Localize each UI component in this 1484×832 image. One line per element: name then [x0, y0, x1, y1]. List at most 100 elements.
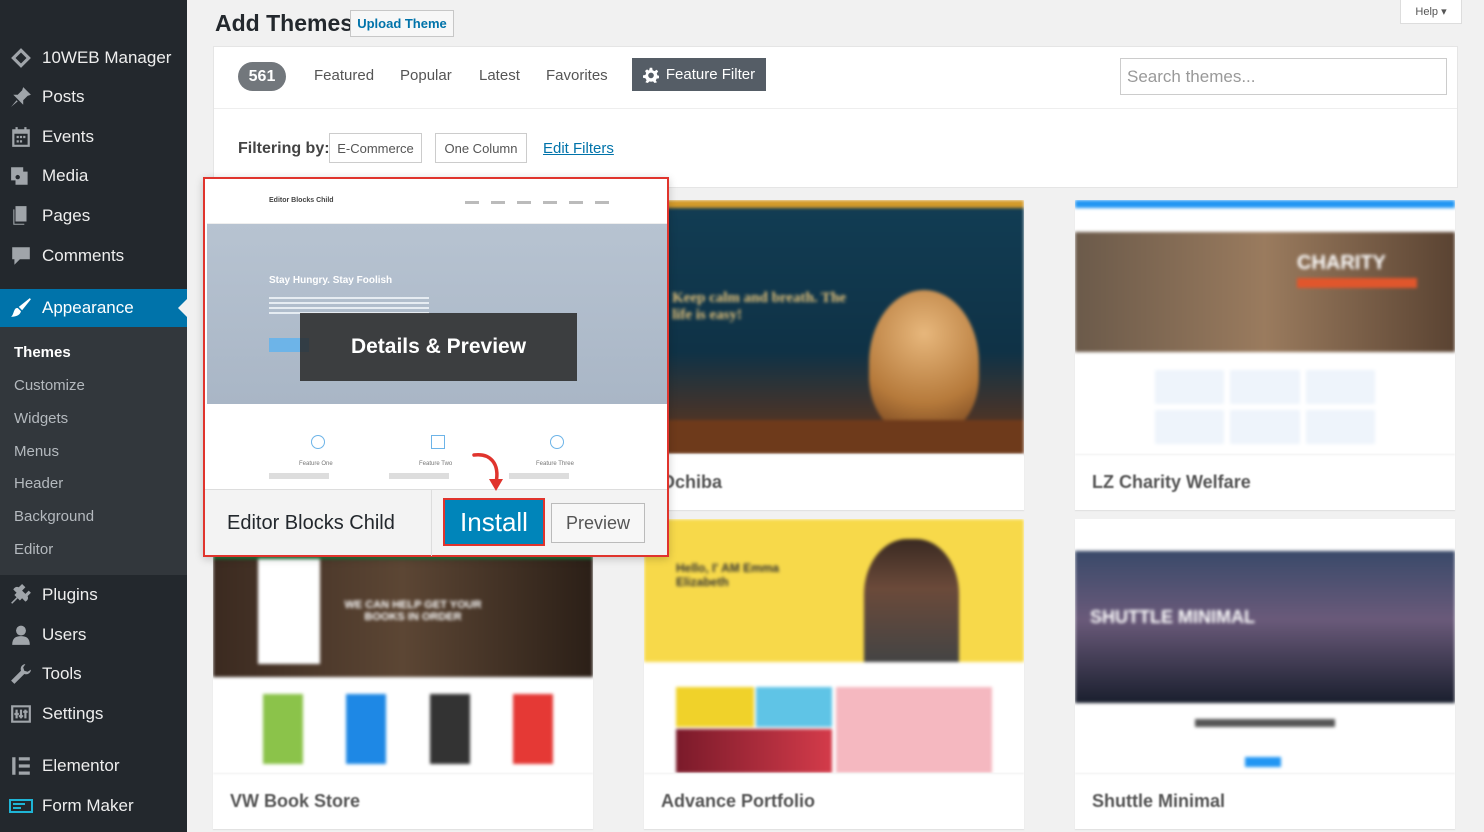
calendar-icon [9, 125, 33, 149]
theme-name: Ochiba [644, 454, 1024, 510]
submenu-item-background[interactable]: Background [14, 508, 94, 525]
sidebar-item-label: Media [42, 166, 89, 185]
brush-icon [9, 296, 33, 320]
theme-filter-bar: 561 Featured Popular Latest Favorites Fe… [213, 46, 1458, 188]
submenu-item-header[interactable]: Header [14, 475, 63, 492]
theme-screenshot: Keep calm and breath. The life is easy! [644, 200, 1024, 454]
sidebar-item-label: Tools [42, 664, 82, 683]
appearance-submenu: Themes Customize Widgets Menus Header Ba… [0, 327, 187, 575]
sidebar-item-settings[interactable]: Settings [0, 696, 187, 732]
theme-card-editor-blocks-child[interactable]: Editor Blocks Child Stay Hungry. Stay Fo… [203, 177, 669, 557]
theme-screenshot: WE CAN HELP GET YOUR BOOKS IN ORDER [213, 519, 593, 773]
pushpin-icon [9, 85, 33, 109]
wrench-icon [9, 662, 33, 686]
tab-favorites[interactable]: Favorites [546, 67, 608, 84]
comment-icon [9, 244, 33, 268]
theme-hero-text: Hello, I' AM Emma Elizabeth [676, 561, 780, 589]
details-preview-overlay[interactable]: Details & Preview [300, 313, 577, 381]
sidebar-item-label: Events [42, 127, 94, 146]
sidebar-item-label: Plugins [42, 585, 98, 604]
preview-feature: Feature Three [536, 461, 574, 467]
sidebar-item-label: Posts [42, 87, 85, 106]
sidebar-item-pages[interactable]: Pages [0, 198, 187, 234]
search-themes-input[interactable] [1120, 58, 1447, 95]
sidebar-item-media[interactable]: Media [0, 158, 187, 194]
theme-name: Advance Portfolio [644, 773, 1024, 829]
theme-hero-text: WE CAN HELP GET YOUR BOOKS IN ORDER [344, 599, 482, 623]
help-tab-button[interactable]: Help ▾ [1400, 0, 1462, 24]
elementor-icon [9, 754, 33, 778]
upload-theme-button[interactable]: Upload Theme [350, 10, 454, 37]
red-arrow-annotation [472, 453, 503, 491]
sidebar-item-form-maker[interactable]: Form Maker [0, 788, 187, 824]
submenu-item-menus[interactable]: Menus [14, 443, 59, 460]
settings-icon [9, 702, 33, 726]
media-icon [9, 164, 33, 188]
theme-card-advance-portfolio[interactable]: Hello, I' AM Emma Elizabeth Advance Port… [644, 519, 1024, 829]
preview-feature: Feature Two [419, 461, 453, 467]
submenu-item-editor[interactable]: Editor [14, 541, 53, 558]
theme-name: Editor Blocks Child [227, 512, 395, 534]
sidebar-item-appearance[interactable]: Appearance [0, 289, 187, 327]
sidebar-item-label: Settings [42, 704, 104, 723]
cube-icon [431, 435, 445, 449]
theme-hero-text: SHUTTLE MINIMAL [1090, 607, 1255, 627]
theme-card-vw-book-store[interactable]: WE CAN HELP GET YOUR BOOKS IN ORDER VW B… [213, 519, 593, 829]
sidebar-item-label: Elementor [42, 756, 120, 775]
sidebar-item-label: Form Maker [42, 796, 134, 815]
filter-tag-ecommerce[interactable]: E-Commerce [329, 133, 422, 163]
filter-tag-one-column[interactable]: One Column [435, 133, 527, 163]
feature-filter-label: Feature Filter [665, 66, 756, 83]
sidebar-item-label: Appearance [42, 298, 134, 317]
diamond-icon [9, 46, 33, 70]
plug-icon [9, 583, 33, 607]
theme-card-ochiba[interactable]: Keep calm and breath. The life is easy! … [644, 200, 1024, 510]
install-button[interactable]: Install [443, 498, 545, 546]
theme-card-lz-charity-welfare[interactable]: CHARITY LZ Charity Welfare [1075, 200, 1455, 510]
theme-screenshot: SHUTTLE MINIMAL [1075, 519, 1455, 773]
preview-button[interactable]: Preview [551, 503, 645, 543]
theme-name: VW Book Store [213, 773, 593, 829]
theme-screenshot: Hello, I' AM Emma Elizabeth [644, 519, 1024, 773]
feature-filter-button[interactable]: Feature Filter [632, 58, 766, 91]
user-icon [9, 623, 33, 647]
theme-actions-footer: Editor Blocks Child Install Preview [205, 489, 667, 556]
tab-featured[interactable]: Featured [314, 67, 374, 84]
filter-divider [214, 108, 1457, 109]
sidebar-item-tools[interactable]: Tools [0, 656, 187, 692]
theme-name: Shuttle Minimal [1075, 773, 1455, 829]
page-title: Add Themes [215, 10, 354, 36]
theme-hero-text: Keep calm and breath. The life is easy! [672, 290, 847, 323]
sidebar-item-10web-manager[interactable]: 10WEB Manager [0, 40, 187, 76]
pages-icon [9, 204, 33, 228]
sidebar-item-comments[interactable]: Comments [0, 238, 187, 274]
tab-popular[interactable]: Popular [400, 67, 452, 84]
sidebar-item-label: Comments [42, 246, 125, 265]
submenu-item-customize[interactable]: Customize [14, 377, 85, 394]
admin-sidebar: 10WEB Manager Posts Events Media Pages C… [0, 0, 187, 832]
theme-name: LZ Charity Welfare [1075, 454, 1455, 510]
sidebar-item-users[interactable]: Users [0, 617, 187, 653]
form-icon [9, 794, 33, 818]
gear-icon [642, 67, 659, 83]
gear-icon [311, 435, 325, 449]
sidebar-item-events[interactable]: Events [0, 119, 187, 155]
theme-hero-text: CHARITY [1297, 252, 1386, 274]
tab-latest[interactable]: Latest [479, 67, 520, 84]
preview-feature: Feature One [299, 461, 333, 467]
submenu-item-themes[interactable]: Themes [14, 344, 71, 361]
theme-card-shuttle-minimal[interactable]: SHUTTLE MINIMAL Shuttle Minimal [1075, 519, 1455, 829]
sidebar-item-label: Pages [42, 206, 91, 225]
sidebar-item-posts[interactable]: Posts [0, 79, 187, 115]
edit-filters-link[interactable]: Edit Filters [543, 140, 614, 157]
sidebar-item-plugins[interactable]: Plugins [0, 577, 187, 613]
sidebar-item-label: 10WEB Manager [42, 48, 172, 67]
sidebar-item-label: Users [42, 625, 87, 644]
preview-site-title: Editor Blocks Child [269, 197, 334, 204]
sidebar-item-elementor[interactable]: Elementor [0, 748, 187, 784]
theme-screenshot: Editor Blocks Child Stay Hungry. Stay Fo… [207, 181, 667, 487]
theme-count-badge: 561 [238, 62, 286, 91]
submenu-item-widgets[interactable]: Widgets [14, 410, 68, 427]
preview-hero-heading: Stay Hungry. Stay Foolish [269, 275, 393, 286]
theme-screenshot: CHARITY [1075, 200, 1455, 454]
